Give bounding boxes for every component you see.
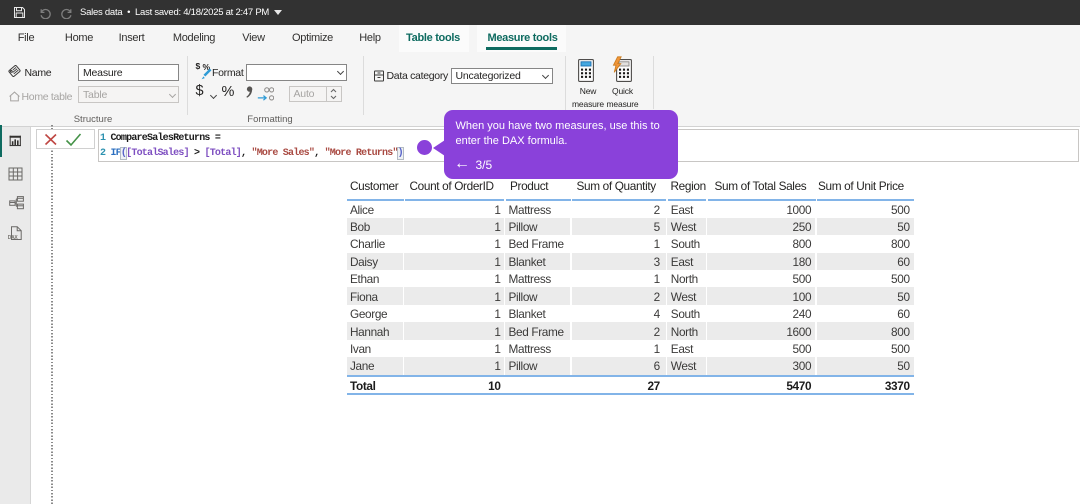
svg-text:DAX: DAX: [8, 235, 19, 241]
